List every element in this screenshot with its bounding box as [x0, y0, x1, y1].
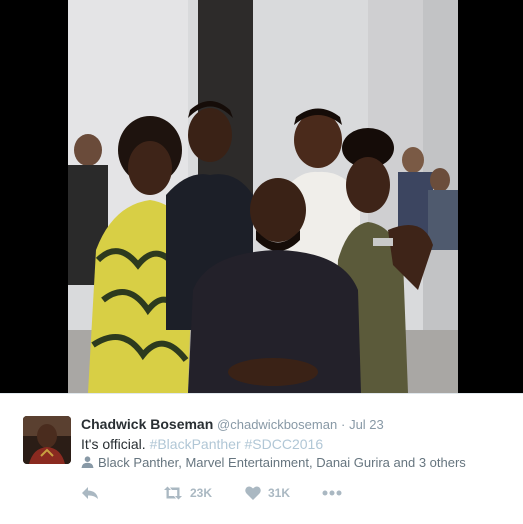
avatar[interactable]	[23, 416, 71, 464]
retweet-count: 23K	[190, 486, 213, 500]
tweet-text: It's official. #BlackPanther #SDCC2016	[81, 435, 511, 453]
like-count: 31K	[268, 486, 291, 500]
more-icon	[322, 490, 342, 496]
separator-dot: ·	[340, 417, 346, 432]
retweet-icon	[164, 486, 182, 500]
tagged-people-text: Black Panther, Marvel Entertainment, Dan…	[98, 455, 466, 470]
person-icon	[81, 456, 94, 468]
tweet-photo[interactable]	[68, 0, 458, 393]
reply-button[interactable]	[81, 482, 99, 504]
avatar-image	[23, 416, 71, 464]
retweet-button[interactable]: 23K	[163, 482, 212, 504]
tweet-header: Chadwick Boseman @chadwickboseman · Jul …	[81, 415, 511, 434]
tweet-card: Chadwick Boseman @chadwickboseman · Jul …	[0, 393, 523, 524]
hashtag-blackpanther[interactable]: #BlackPanther	[150, 436, 241, 452]
tweet-content: Chadwick Boseman @chadwickboseman · Jul …	[81, 415, 511, 472]
display-name[interactable]: Chadwick Boseman	[81, 416, 213, 432]
hashtag-sdcc2016[interactable]: #SDCC2016	[245, 436, 324, 452]
user-handle[interactable]: @chadwickboseman	[217, 417, 337, 432]
tweet-media-viewer: Chadwick Boseman @chadwickboseman · Jul …	[0, 0, 523, 524]
tweet-text-prefix: It's official.	[81, 436, 146, 452]
more-button[interactable]	[322, 482, 342, 504]
group-photo-image	[68, 0, 458, 393]
tagged-people[interactable]: Black Panther, Marvel Entertainment, Dan…	[81, 454, 511, 472]
like-button[interactable]: 31K	[245, 482, 290, 504]
heart-icon	[245, 486, 261, 500]
tweet-actions: 23K 31K	[81, 482, 501, 504]
reply-icon	[82, 487, 98, 499]
tweet-date[interactable]: Jul 23	[349, 417, 384, 432]
